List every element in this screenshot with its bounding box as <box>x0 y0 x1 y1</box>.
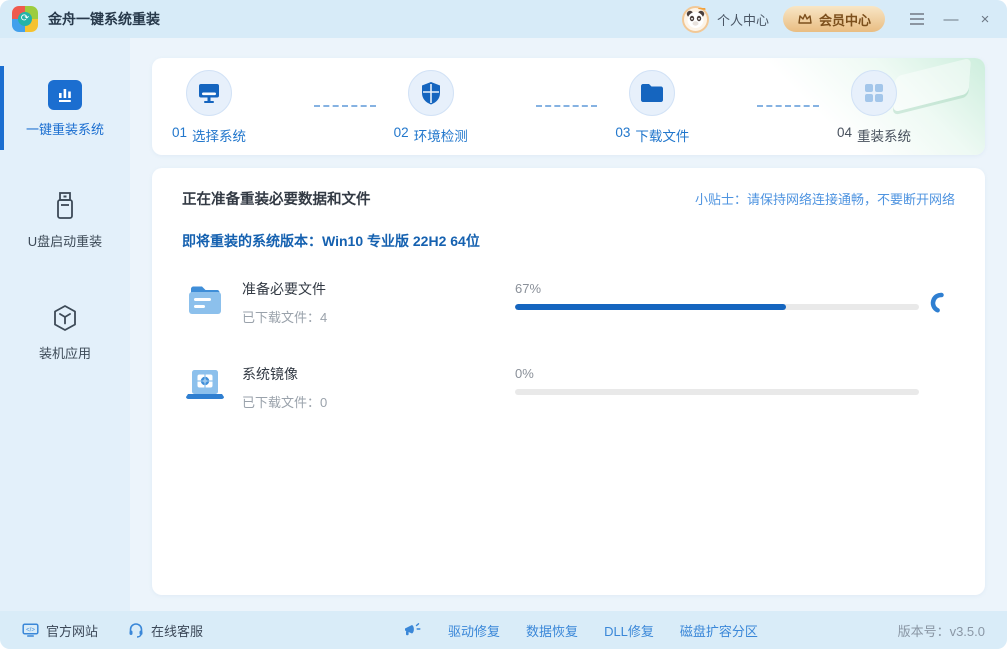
loading-spinner-icon <box>929 291 953 315</box>
step-number: 04 <box>837 125 852 145</box>
window-title: 金舟一键系统重装 <box>48 9 160 29</box>
progress-fill <box>515 304 786 310</box>
driver-repair-link[interactable]: 驱动修复 <box>448 621 500 640</box>
minimize-button[interactable]: — <box>943 11 959 27</box>
sidebar-item-label: 装机应用 <box>39 343 91 362</box>
step-connector <box>314 105 376 107</box>
target-version-line: 即将重装的系统版本：Win10 专业版 22H2 64位 <box>182 231 955 251</box>
monitor-icon <box>186 70 232 116</box>
sidebar-item-install-apps[interactable]: 装机应用 <box>0 296 130 368</box>
laptop-image-icon <box>182 364 228 406</box>
task-name: 系统镜像 <box>242 364 327 384</box>
step-number: 03 <box>615 125 630 145</box>
step-download-files: 03下载文件 <box>615 70 743 145</box>
title-bar: ⟳ 金舟一键系统重装 个人中心 会员中心 <box>0 0 1007 38</box>
step-label: 选择系统 <box>192 125 246 145</box>
megaphone-icon <box>403 622 422 638</box>
task-row-system-image: 系统镜像 已下载文件：0 0% <box>182 364 955 411</box>
sidebar-item-usb-reinstall[interactable]: U盘启动重装 <box>0 184 130 256</box>
official-website-link[interactable]: </> 官方网站 <box>22 621 98 640</box>
task-downloaded-count: 已下载文件：4 <box>242 307 327 326</box>
app-logo-icon: ⟳ <box>12 6 38 32</box>
crown-icon <box>797 12 813 26</box>
footer-link-label: 官方网站 <box>46 621 98 640</box>
step-connector <box>536 105 598 107</box>
app-window: ⟳ 金舟一键系统重装 个人中心 会员中心 <box>0 0 1007 649</box>
dll-repair-link[interactable]: DLL修复 <box>604 621 654 640</box>
progress-bar <box>515 304 919 310</box>
folder-files-icon <box>182 279 228 321</box>
main-area: 01选择系统 02环境检测 <box>130 38 1007 611</box>
task-row-prepare-files: 准备必要文件 已下载文件：4 67% <box>182 279 955 326</box>
status-title: 正在准备重装必要数据和文件 <box>182 188 371 209</box>
step-label: 环境检测 <box>414 125 468 145</box>
progress-bar <box>515 389 919 395</box>
step-reinstall-system: 04重装系统 <box>837 70 965 145</box>
svg-text:</>: </> <box>26 627 35 633</box>
close-button[interactable]: × <box>977 11 993 27</box>
avatar[interactable] <box>682 6 709 33</box>
footer-bar: </> 官方网站 在线客服 <box>0 611 1007 649</box>
monitor-icon: </> <box>22 623 39 638</box>
download-progress-panel: 正在准备重装必要数据和文件 小贴士：请保持网络连接通畅，不要断开网络 即将重装的… <box>152 168 985 595</box>
step-label: 下载文件 <box>635 125 689 145</box>
data-recovery-link[interactable]: 数据恢复 <box>526 621 578 640</box>
menu-icon[interactable] <box>909 11 925 27</box>
member-center-label: 会员中心 <box>819 10 871 29</box>
task-downloaded-count: 已下载文件：0 <box>242 392 327 411</box>
member-center-button[interactable]: 会员中心 <box>783 6 885 32</box>
bar-chart-icon <box>48 80 82 110</box>
step-number: 01 <box>172 125 187 145</box>
sidebar: 一键重装系统 U盘启动重装 装机应用 <box>0 38 130 611</box>
task-percent: 0% <box>515 366 919 381</box>
footer-link-label: 在线客服 <box>151 621 203 640</box>
task-percent: 67% <box>515 281 919 296</box>
task-name: 准备必要文件 <box>242 279 327 299</box>
folder-icon <box>629 70 675 116</box>
step-number: 02 <box>394 125 409 145</box>
usb-drive-icon <box>50 190 80 222</box>
sidebar-item-label: 一键重装系统 <box>26 119 104 138</box>
grid-icon <box>851 70 897 116</box>
headset-icon <box>128 622 144 638</box>
online-support-link[interactable]: 在线客服 <box>128 621 203 640</box>
version-label: 版本号：v3.5.0 <box>898 621 985 640</box>
cube-icon <box>49 302 81 334</box>
shield-icon <box>408 70 454 116</box>
recycle-icon: ⟳ <box>18 12 32 26</box>
step-connector <box>757 105 819 107</box>
user-center-link[interactable]: 个人中心 <box>717 10 769 29</box>
sidebar-item-label: U盘启动重装 <box>28 231 102 250</box>
disk-partition-link[interactable]: 磁盘扩容分区 <box>680 621 758 640</box>
sidebar-item-one-key-reinstall[interactable]: 一键重装系统 <box>0 74 130 144</box>
step-label: 重装系统 <box>857 125 911 145</box>
step-environment-check: 02环境检测 <box>394 70 522 145</box>
step-select-system: 01选择系统 <box>172 70 300 145</box>
network-tip: 小贴士：请保持网络连接通畅，不要断开网络 <box>695 189 955 208</box>
steps-panel: 01选择系统 02环境检测 <box>152 58 985 155</box>
